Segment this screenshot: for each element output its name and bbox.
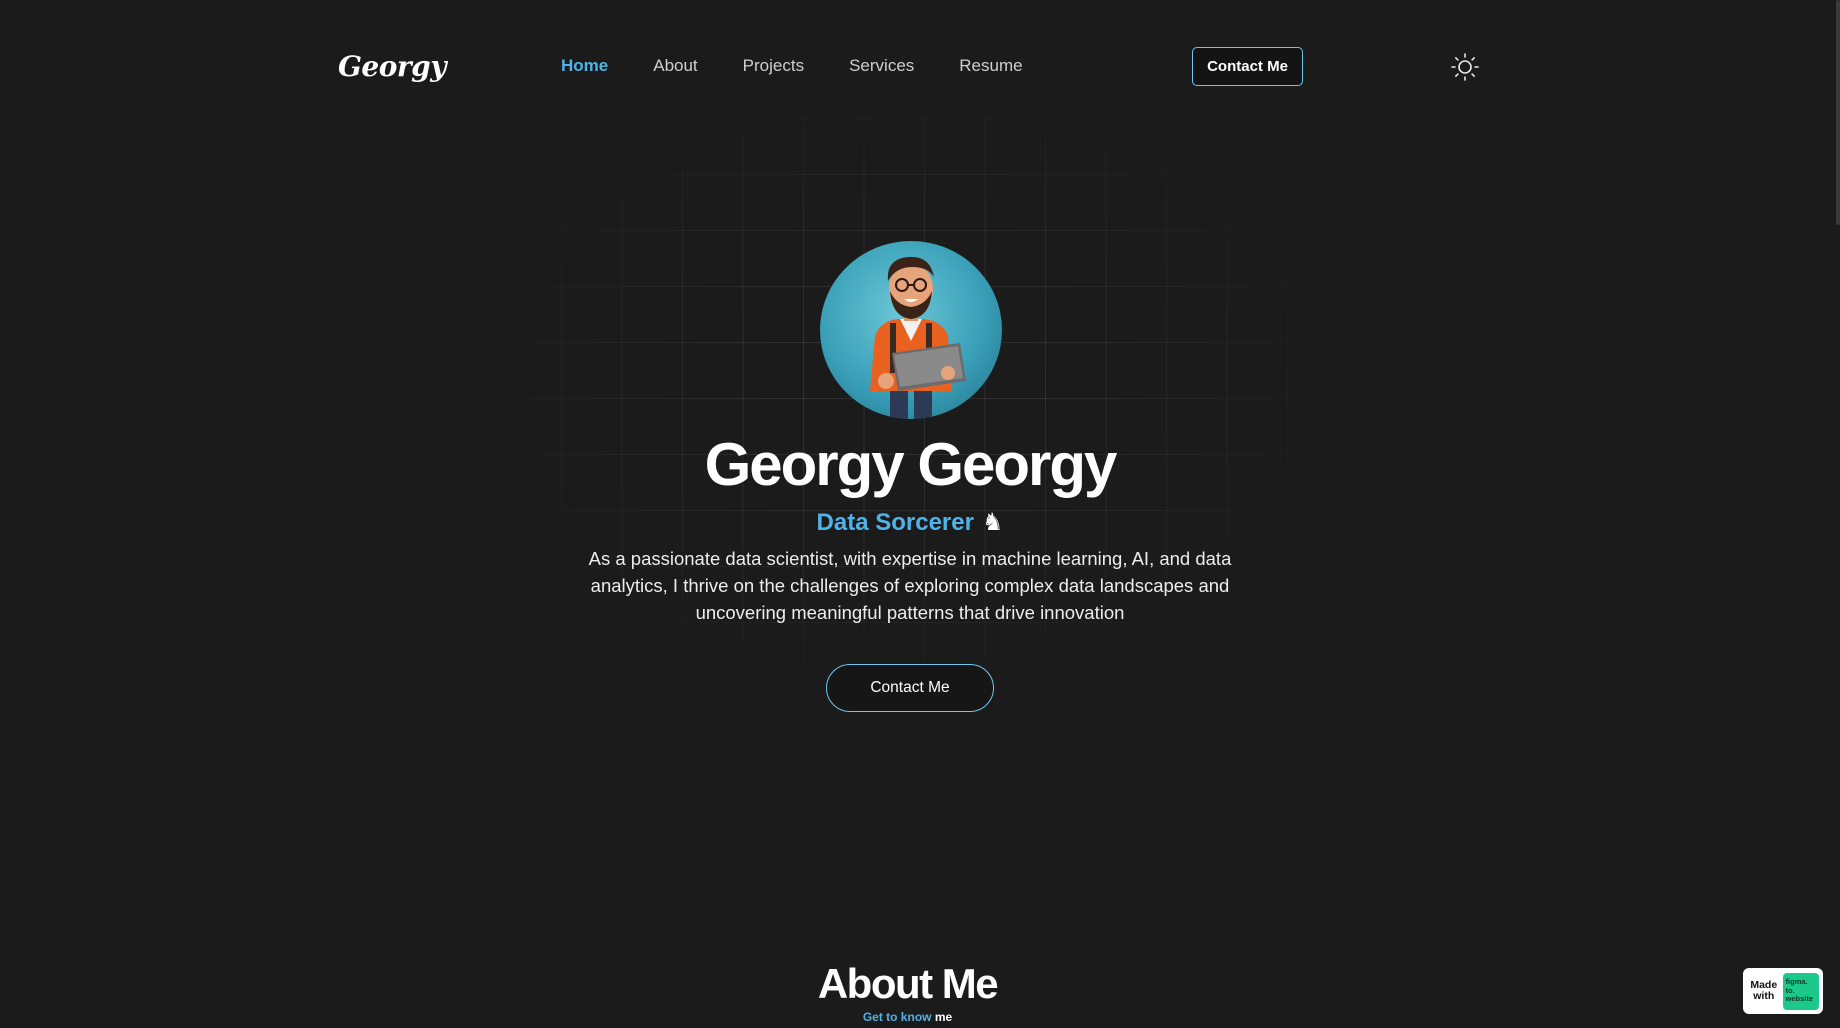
header-contact-button[interactable]: Contact Me — [1192, 47, 1303, 86]
made-with-badge[interactable]: Made with figma. to. website — [1743, 968, 1823, 1014]
nav-item-services[interactable]: Services — [849, 56, 914, 76]
page: Georgy Home About Projects Services Resu… — [0, 0, 1840, 1028]
site-logo[interactable]: Georgy — [338, 50, 447, 83]
sun-icon[interactable] — [1450, 52, 1480, 82]
nav-item-about[interactable]: About — [653, 56, 697, 76]
hero-name: Georgy Georgy — [704, 431, 1118, 498]
developer-avatar — [820, 241, 1002, 419]
about-subtitle-prefix: Get to know — [862, 1010, 932, 1024]
hero-description: As a passionate data scientist, with exp… — [588, 548, 1232, 623]
hero-contact-button[interactable]: Contact Me — [826, 664, 994, 712]
chess-knight-icon: ♞ — [981, 509, 1004, 536]
about-section-subtitle: Get to know me — [0, 1010, 1815, 1024]
about-section-title: About Me — [817, 960, 999, 1007]
hero-role-text: Data Sorcerer — [816, 509, 974, 536]
scrollbar-thumb[interactable] — [1836, 0, 1840, 225]
main-nav: Home About Projects Services Resume — [561, 56, 1068, 76]
nav-item-resume[interactable]: Resume — [959, 56, 1022, 76]
nav-item-projects[interactable]: Projects — [743, 56, 804, 76]
nav-item-home[interactable]: Home — [561, 56, 608, 76]
made-with-label: Made with — [1750, 979, 1778, 1002]
figma-logo-line-3: website — [1785, 994, 1814, 1004]
figma-to-website-logo: figma. to. website — [1782, 972, 1819, 1010]
about-subtitle-suffix: me — [934, 1010, 953, 1024]
hero-role: Data Sorcerer ♞ — [0, 508, 1820, 537]
